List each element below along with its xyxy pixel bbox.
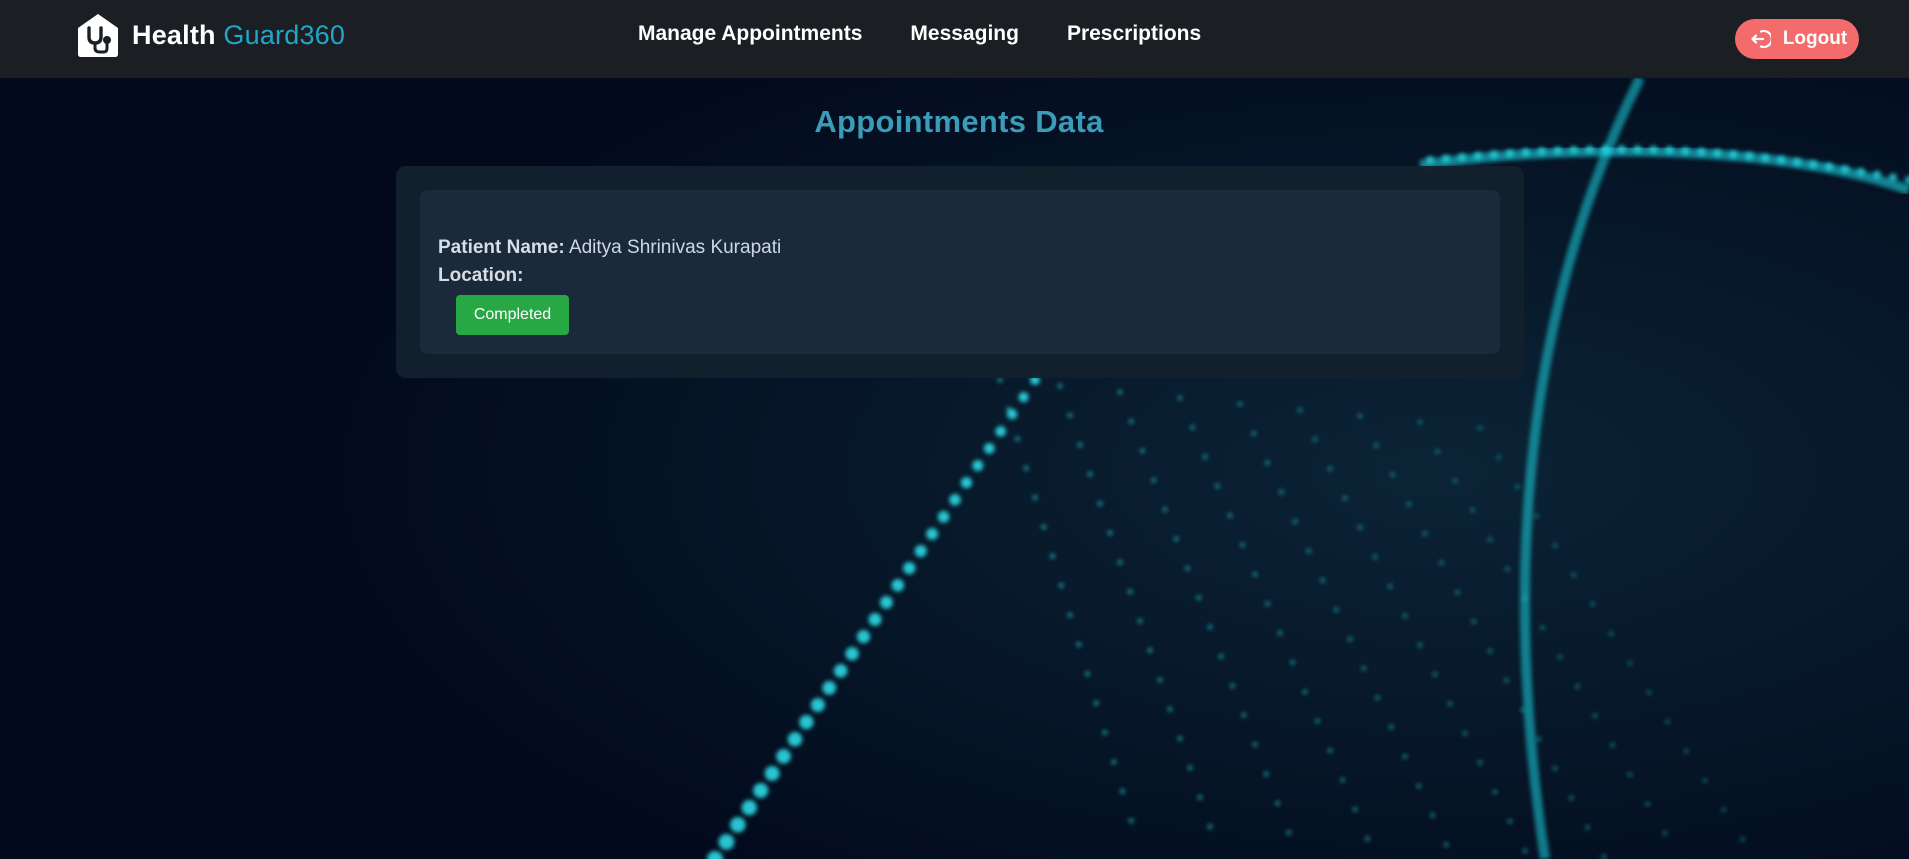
logout-label: Logout bbox=[1782, 28, 1848, 49]
nav-links: Manage Appointments Messaging Prescripti… bbox=[638, 22, 1249, 46]
patient-name-row: Patient Name: Aditya Shrinivas Kurapati bbox=[438, 237, 781, 259]
stethoscope-house-icon bbox=[78, 14, 118, 57]
location-row: Location: bbox=[438, 265, 524, 287]
brand-name-part2: Guard360 bbox=[223, 19, 346, 50]
location-label: Location: bbox=[438, 265, 524, 286]
brand-name-part1: Health bbox=[132, 19, 216, 50]
brand[interactable]: Health Guard360 bbox=[76, 12, 345, 58]
appointments-panel: Patient Name: Aditya Shrinivas Kurapati … bbox=[396, 166, 1524, 378]
nav-messaging[interactable]: Messaging bbox=[910, 22, 1019, 46]
page-title: Appointments Data bbox=[814, 104, 1104, 139]
patient-name-value: Aditya Shrinivas Kurapati bbox=[568, 237, 782, 258]
logout-icon bbox=[1751, 29, 1771, 49]
nav-manage-appointments[interactable]: Manage Appointments bbox=[638, 22, 862, 46]
appointment-card: Patient Name: Aditya Shrinivas Kurapati … bbox=[420, 190, 1500, 354]
logout-button[interactable]: Logout bbox=[1735, 19, 1859, 59]
status-completed-button[interactable]: Completed bbox=[456, 295, 569, 335]
nav-prescriptions[interactable]: Prescriptions bbox=[1067, 22, 1201, 46]
brand-name: Health Guard360 bbox=[132, 20, 345, 51]
top-navbar: Health Guard360 Manage Appointments Mess… bbox=[0, 0, 1909, 78]
patient-name-label: Patient Name: bbox=[438, 237, 565, 258]
